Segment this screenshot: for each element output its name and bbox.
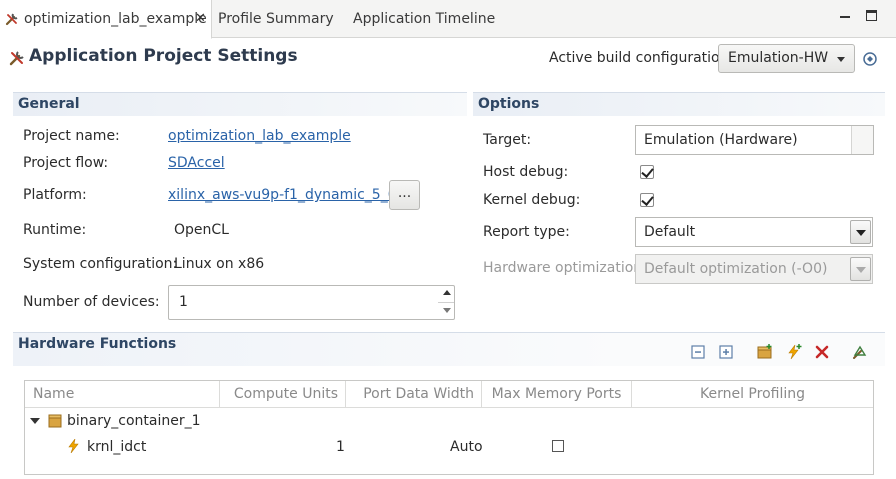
- compute-units-value[interactable]: 1: [336, 439, 345, 455]
- column-header-port-data-width[interactable]: Port Data Width: [346, 381, 482, 407]
- report-type-select[interactable]: Default: [635, 217, 873, 247]
- container-name: binary_container_1: [67, 413, 201, 429]
- hardware-functions-title: Hardware Functions: [18, 336, 177, 352]
- platform-link[interactable]: xilinx_aws-vu9p-f1_dynamic_5_0: [168, 187, 397, 203]
- kernel-debug-checkbox[interactable]: [640, 193, 654, 207]
- host-debug-label: Host debug:: [483, 164, 569, 180]
- kernel-debug-label: Kernel debug:: [483, 192, 581, 208]
- kernel-function-icon: [68, 439, 79, 453]
- collapse-all-icon[interactable]: [690, 344, 706, 360]
- report-type-label: Report type:: [483, 224, 570, 240]
- hw-optimization-label: Hardware optimization:: [483, 260, 647, 276]
- system-config-label: System configuration:: [23, 256, 178, 272]
- window-controls: [840, 10, 880, 26]
- hw-optimization-value: Default optimization (-O0): [644, 261, 828, 277]
- target-label: Target:: [483, 132, 532, 148]
- hw-optimization-select: Default optimization (-O0): [635, 254, 873, 284]
- spin-down-icon[interactable]: [443, 308, 451, 313]
- devices-spinner[interactable]: 1: [168, 285, 455, 320]
- host-debug-checkbox[interactable]: [640, 165, 654, 179]
- maximize-icon[interactable]: [866, 10, 877, 21]
- header-divider: [25, 407, 873, 408]
- page-title: Application Project Settings: [29, 46, 298, 66]
- tab-optimization-lab-example[interactable]: optimization_lab_example ✕: [0, 0, 212, 39]
- spinner-divider: [438, 302, 454, 303]
- chevron-down-icon: [837, 57, 845, 62]
- function-name: krnl_idct: [87, 439, 147, 455]
- add-function-icon[interactable]: [786, 344, 802, 360]
- column-header-name[interactable]: Name: [25, 381, 220, 407]
- system-config-value: Linux on x86: [174, 256, 265, 272]
- expand-all-icon[interactable]: [718, 344, 734, 360]
- build-config-value: Emulation-HW: [728, 50, 829, 66]
- project-flow-link[interactable]: SDAccel: [168, 155, 225, 171]
- build-config-label: Active build configuration:: [549, 50, 734, 66]
- browse-platform-button[interactable]: ...: [389, 180, 420, 210]
- tab-application-timeline[interactable]: Application Timeline: [353, 0, 495, 38]
- editor-tab-bar: optimization_lab_example ✕ Profile Summa…: [0, 0, 896, 39]
- report-type-value: Default: [644, 224, 696, 240]
- tab-profile-summary[interactable]: Profile Summary: [218, 0, 334, 38]
- max-memory-ports-checkbox[interactable]: [552, 440, 564, 452]
- remove-icon[interactable]: [814, 344, 830, 360]
- devices-label: Number of devices:: [23, 294, 160, 310]
- general-section-heading: General: [13, 92, 467, 116]
- tab-label: Profile Summary: [218, 11, 334, 27]
- column-header-kernel-profiling[interactable]: Kernel Profiling: [632, 381, 873, 407]
- tab-label: optimization_lab_example: [24, 11, 207, 27]
- platform-label: Platform:: [23, 187, 87, 203]
- target-value: Emulation (Hardware): [644, 132, 798, 148]
- settings-icon[interactable]: [852, 344, 868, 360]
- settings-tools-icon: [9, 51, 24, 66]
- project-name-link[interactable]: optimization_lab_example: [168, 128, 351, 144]
- hardware-functions-table: Name Compute Units Port Data Width Max M…: [24, 380, 874, 475]
- build-config-select[interactable]: Emulation-HW: [718, 44, 855, 73]
- chevron-down-icon[interactable]: [30, 418, 40, 424]
- tab-label: Application Timeline: [353, 11, 496, 27]
- add-container-icon[interactable]: [757, 344, 773, 360]
- runtime-value: OpenCL: [174, 222, 229, 238]
- close-tab-icon[interactable]: ✕: [195, 0, 206, 38]
- field-edge: [851, 126, 873, 154]
- chevron-down-icon: [850, 257, 871, 281]
- target-field[interactable]: Emulation (Hardware): [635, 125, 874, 155]
- column-header-max-memory-ports[interactable]: Max Memory Ports: [482, 381, 632, 407]
- port-data-width-value[interactable]: Auto: [450, 439, 483, 455]
- settings-header: Application Project Settings Active buil…: [0, 38, 896, 90]
- spin-up-icon[interactable]: [443, 290, 451, 295]
- devices-value: 1: [179, 294, 188, 310]
- project-flow-label: Project flow:: [23, 155, 109, 171]
- project-name-label: Project name:: [23, 128, 120, 144]
- settings-tools-icon: [5, 13, 18, 26]
- chevron-down-icon[interactable]: [850, 220, 871, 244]
- column-header-compute-units[interactable]: Compute Units: [220, 381, 346, 407]
- options-section-heading: Options: [473, 92, 885, 116]
- runtime-label: Runtime:: [23, 222, 87, 238]
- container-icon: [48, 414, 62, 428]
- minimize-icon[interactable]: [840, 16, 850, 18]
- hardware-functions-heading: Hardware Functions: [13, 332, 885, 366]
- manage-build-config-icon[interactable]: [862, 51, 878, 67]
